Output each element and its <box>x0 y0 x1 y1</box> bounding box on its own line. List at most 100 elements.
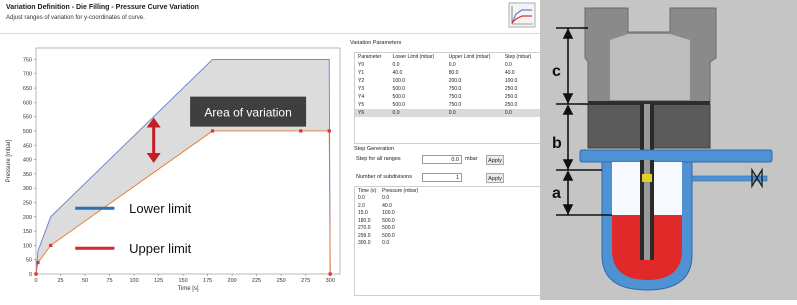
table-row[interactable]: Y3 500.0 750.0 250.0 <box>355 85 540 93</box>
apply-subdivisions-button[interactable]: Apply <box>486 173 504 183</box>
subdivisions-row: Number of subdivisons 1 Apply <box>354 173 540 183</box>
column-header[interactable]: Step (mbar) <box>502 53 540 61</box>
y-tick-label: 750 <box>23 57 32 63</box>
y-tick-label: 350 <box>23 172 32 178</box>
table-row[interactable]: 270.0 500.0 <box>355 225 421 233</box>
table-row[interactable]: Y4 500.0 750.0 250.0 <box>355 93 540 101</box>
y-tick-label: 50 <box>26 258 32 264</box>
column-header[interactable]: Parameter <box>355 53 390 61</box>
table-cell: 40.0 <box>504 70 515 76</box>
table-cell: 500.0 <box>392 94 406 100</box>
data-point-marker <box>34 272 38 276</box>
variation-parameters-panel: Variation Parameters <box>350 40 540 46</box>
table-row[interactable]: Y2 100.0 200.0 100.0 <box>355 77 540 85</box>
table-row[interactable]: 2.0 40.0 <box>355 202 421 210</box>
y-tick-label: 400 <box>23 158 32 164</box>
data-point-marker <box>327 129 331 133</box>
table-cell: 0.0 <box>358 195 365 202</box>
x-tick-label: 300 <box>326 278 335 284</box>
table-cell: 750.0 <box>448 86 462 92</box>
column-header[interactable]: Pressure (mbar) <box>379 187 421 195</box>
table-cell: 0.0 <box>382 240 390 247</box>
dimension-label-b: b <box>552 135 562 152</box>
y-tick-label: 650 <box>23 86 32 92</box>
page-title: Variation Definition - Die Filling - Pre… <box>6 4 199 11</box>
column-header[interactable]: Lower Limit (mbar) <box>390 53 446 61</box>
table-cell: 2.0 <box>358 202 365 209</box>
table-row[interactable]: 299.0 500.0 <box>355 232 421 240</box>
table-row[interactable]: 0.0 0.0 <box>355 195 421 203</box>
subdivisions-input[interactable]: 1 <box>422 173 462 182</box>
x-tick-label: 150 <box>179 278 188 284</box>
table-cell: 40.0 <box>382 202 392 209</box>
table-cell: 0.0 <box>382 195 390 202</box>
step-input[interactable]: 0.0 <box>422 155 462 164</box>
table-cell: 0.0 <box>445 109 502 117</box>
y-tick-label: 0 <box>29 272 32 278</box>
x-axis-label: Time [s] <box>177 286 198 292</box>
table-cell: 500.0 <box>382 232 395 239</box>
table-cell: Y3 <box>358 86 365 92</box>
table-cell: 300.0 <box>358 240 371 247</box>
step-label: Step for all ranges <box>356 156 401 162</box>
dimension-label-c: c <box>552 63 561 80</box>
table-cell: Y6 <box>355 109 390 117</box>
table-row[interactable]: Y0 0.0 0.0 0.0 <box>355 61 540 69</box>
table-cell: Y2 <box>358 78 365 84</box>
x-tick-label: 75 <box>106 278 112 284</box>
table-row[interactable]: Y1 40.0 80.0 40.0 <box>355 69 540 77</box>
table-cell: Y1 <box>358 70 365 76</box>
legend-label: Lower limit <box>129 201 192 216</box>
table-row[interactable]: 300.0 0.0 <box>355 240 421 248</box>
curve-thumbnail-icon <box>508 2 536 28</box>
x-tick-label: 175 <box>203 278 212 284</box>
x-tick-label: 50 <box>82 278 88 284</box>
x-tick-label: 100 <box>129 278 138 284</box>
table-row[interactable]: Y5 500.0 750.0 250.0 <box>355 101 540 109</box>
table-cell: 500.0 <box>392 86 406 92</box>
data-point-marker <box>299 129 303 133</box>
y-tick-label: 150 <box>23 229 32 235</box>
annotation-label: Area of variation <box>204 106 291 120</box>
time-pressure-table[interactable]: Time (s) Pressure (mbar) 0.0 0.0 2.0 40.0 15.… <box>354 186 541 296</box>
table-cell: Y5 <box>358 102 365 108</box>
table-cell: 40.0 <box>392 70 403 76</box>
x-tick-label: 25 <box>57 278 63 284</box>
subdivisions-label: Number of subdivisons <box>356 174 412 180</box>
y-tick-label: 300 <box>23 186 32 192</box>
table-cell: 500.0 <box>392 102 406 108</box>
table-cell: 250.0 <box>504 94 518 100</box>
table-cell: Y0 <box>358 62 365 68</box>
table-cell: 250.0 <box>504 86 518 92</box>
table-cell: 250.0 <box>504 102 518 108</box>
variation-parameters-title: Variation Parameters <box>350 40 402 46</box>
table-row[interactable]: 180.0 500.0 <box>355 217 421 225</box>
x-tick-label: 200 <box>228 278 237 284</box>
page-subtitle: Adjust ranges of variation for y-coordin… <box>6 15 145 21</box>
table-row[interactable]: Y6 0.0 0.0 0.0 <box>355 109 540 117</box>
step-unit: mbar <box>465 156 478 162</box>
column-header[interactable]: Time (s) <box>355 187 379 195</box>
data-point-marker <box>49 243 53 247</box>
table-cell: 0.0 <box>504 62 512 68</box>
table-header: Parameter Lower Limit (mbar) Upper Limit (… <box>355 53 540 61</box>
data-point-marker <box>210 129 215 133</box>
x-tick-label: 125 <box>154 278 163 284</box>
y-axis-label: Pressure [mbar] <box>6 139 12 182</box>
table-cell: 0.0 <box>501 109 540 117</box>
x-tick-label: 250 <box>277 278 286 284</box>
data-point-marker <box>328 272 332 276</box>
table-cell: 100.0 <box>382 210 395 217</box>
step-generation-panel: Step Generation Step for all ranges 0.0 … <box>354 146 540 186</box>
column-header[interactable]: Upper Limit (mbar) <box>446 53 502 61</box>
y-tick-label: 250 <box>23 200 32 206</box>
die-cavity <box>610 34 690 100</box>
y-tick-label: 700 <box>23 72 32 78</box>
table-cell: 299.0 <box>358 232 371 239</box>
table-row[interactable]: 15.0 100.0 <box>355 210 421 218</box>
variation-parameters-table[interactable]: Parameter Lower Limit (mbar) Upper Limit (… <box>354 52 541 144</box>
pressure-curve-chart: 0501001502002503003504004505005506006507… <box>6 47 341 292</box>
x-tick-label: 275 <box>301 278 310 284</box>
apply-step-button[interactable]: Apply <box>486 155 504 165</box>
table-cell: 0.0 <box>448 62 456 68</box>
